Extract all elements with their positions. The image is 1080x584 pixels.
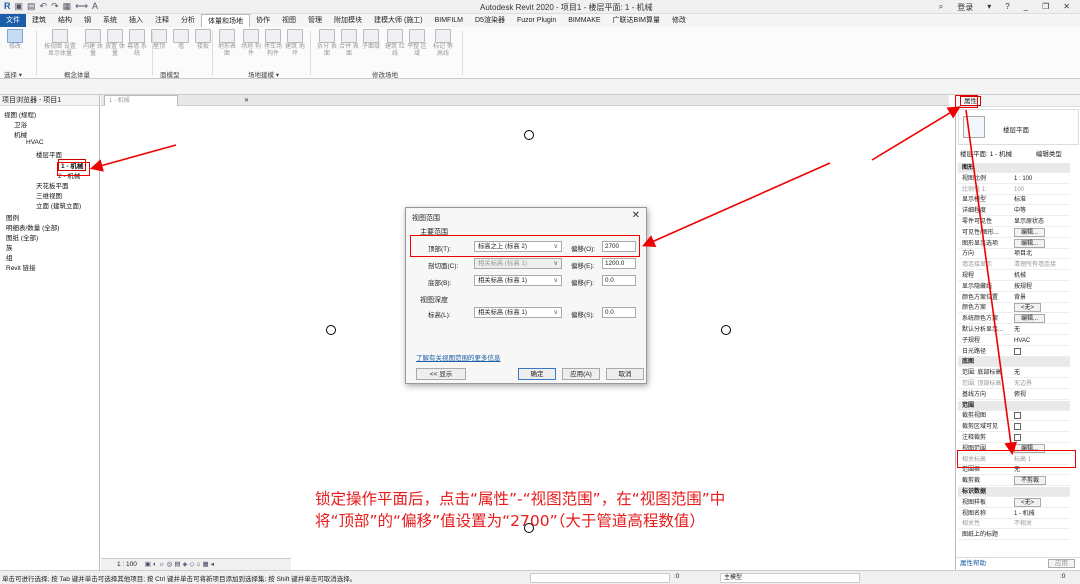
instruction-caption: 锁定操作平面后，点击“属性”-“视图范围”，在“视图范围”中 将“顶部”的“偏移… (315, 488, 855, 532)
caption-line-1: 锁定操作平面后，点击“属性”-“视图范围”，在“视图范围”中 (315, 490, 726, 508)
arrow-to-properties (871, 106, 961, 161)
arrow-to-offset (642, 162, 831, 247)
arrow-to-view (89, 144, 177, 172)
arrow-to-view-range (965, 109, 1018, 456)
caption-line-2: 将“顶部”的“偏移”值设置为“2700”（大于管道高程数值） (315, 512, 705, 530)
